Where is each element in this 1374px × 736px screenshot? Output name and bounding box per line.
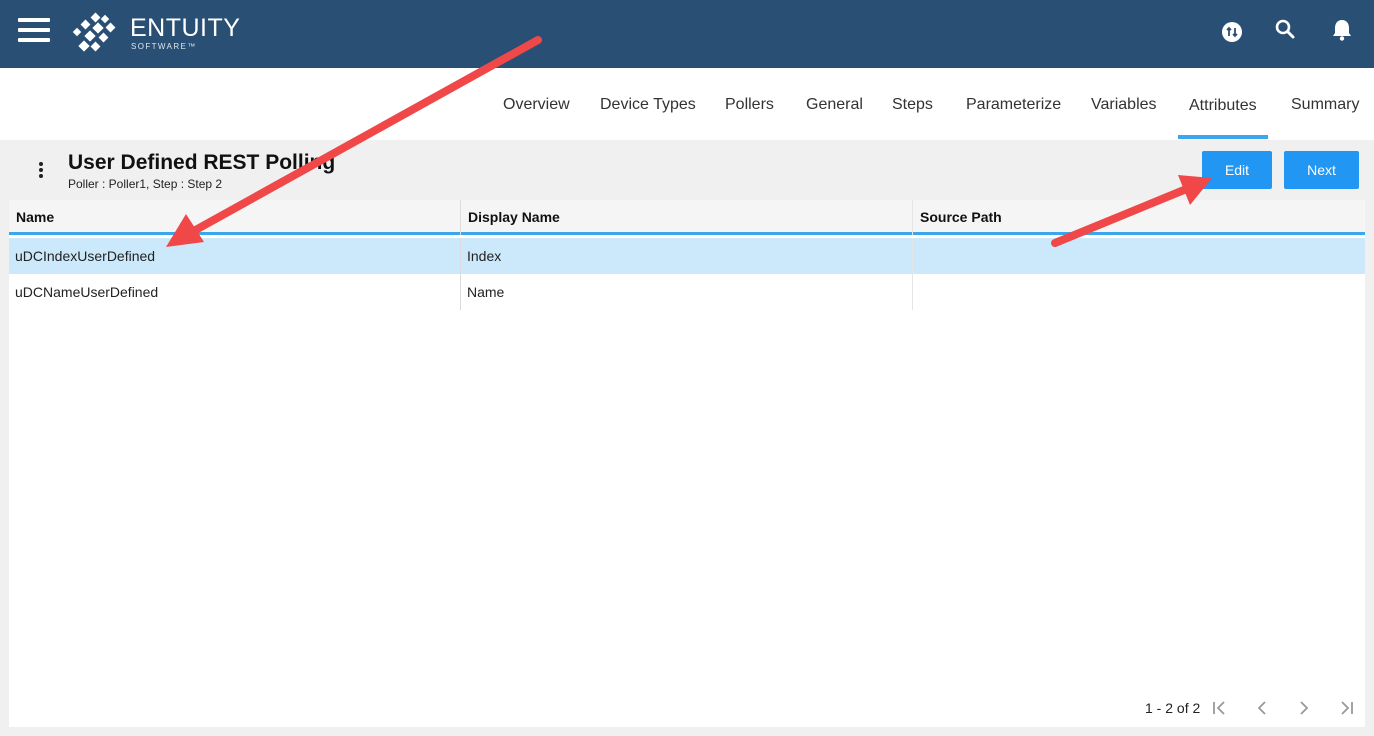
- next-button[interactable]: Next: [1284, 151, 1359, 189]
- table-row[interactable]: uDCIndexUserDefined Index: [9, 238, 1365, 274]
- bell-icon[interactable]: [1329, 17, 1355, 43]
- page-subtitle: Poller : Poller1, Step : Step 2: [68, 177, 223, 191]
- menu-icon[interactable]: [18, 18, 50, 42]
- tab-overview[interactable]: Overview: [503, 96, 570, 114]
- top-bar: ENTUITY SOFTWARE™: [0, 0, 1374, 68]
- tab-device-types[interactable]: Device Types: [600, 96, 696, 114]
- wizard-tab-bar: Overview Device Types Pollers General St…: [0, 68, 1374, 140]
- tab-general[interactable]: General: [806, 96, 863, 114]
- cell-display-name: Name: [461, 274, 913, 310]
- tab-summary[interactable]: Summary: [1291, 96, 1359, 114]
- tab-steps[interactable]: Steps: [892, 96, 933, 114]
- page-title: User Defined REST Polling: [68, 151, 336, 174]
- tab-variables[interactable]: Variables: [1091, 96, 1157, 114]
- column-header-source-path[interactable]: Source Path: [913, 200, 1365, 235]
- column-header-display-name[interactable]: Display Name: [461, 200, 913, 235]
- cell-source-path: [913, 274, 1365, 310]
- attributes-grid: Name Display Name Source Path uDCIndexUs…: [9, 200, 1365, 727]
- column-header-name[interactable]: Name: [9, 200, 461, 235]
- first-page-icon[interactable]: [1209, 697, 1231, 719]
- pager-summary: 1 - 2 of 2: [1145, 700, 1201, 716]
- logo[interactable]: ENTUITY SOFTWARE™: [72, 12, 252, 56]
- last-page-icon[interactable]: [1335, 697, 1357, 719]
- cell-name: uDCIndexUserDefined: [9, 238, 461, 274]
- brand-subtitle: SOFTWARE™: [131, 42, 197, 51]
- tab-pollers[interactable]: Pollers: [725, 96, 774, 114]
- edit-button[interactable]: Edit: [1202, 151, 1272, 189]
- cell-display-name: Index: [461, 238, 913, 274]
- brand-name: ENTUITY: [130, 14, 241, 42]
- logo-mark-icon: [72, 12, 116, 52]
- search-icon[interactable]: [1273, 17, 1299, 43]
- cell-name: uDCNameUserDefined: [9, 274, 461, 310]
- cell-source-path: [913, 238, 1365, 274]
- sync-icon[interactable]: [1219, 18, 1245, 44]
- prev-page-icon[interactable]: [1251, 697, 1273, 719]
- tab-parameterize[interactable]: Parameterize: [966, 96, 1061, 114]
- page-header: User Defined REST Polling Poller : Polle…: [0, 140, 1374, 200]
- next-page-icon[interactable]: [1293, 697, 1315, 719]
- active-tab-indicator: [1178, 135, 1268, 139]
- grid-header: Name Display Name Source Path: [9, 200, 1365, 235]
- table-row[interactable]: uDCNameUserDefined Name: [9, 274, 1365, 310]
- more-options-icon[interactable]: [36, 162, 46, 182]
- tab-attributes[interactable]: Attributes: [1189, 97, 1257, 115]
